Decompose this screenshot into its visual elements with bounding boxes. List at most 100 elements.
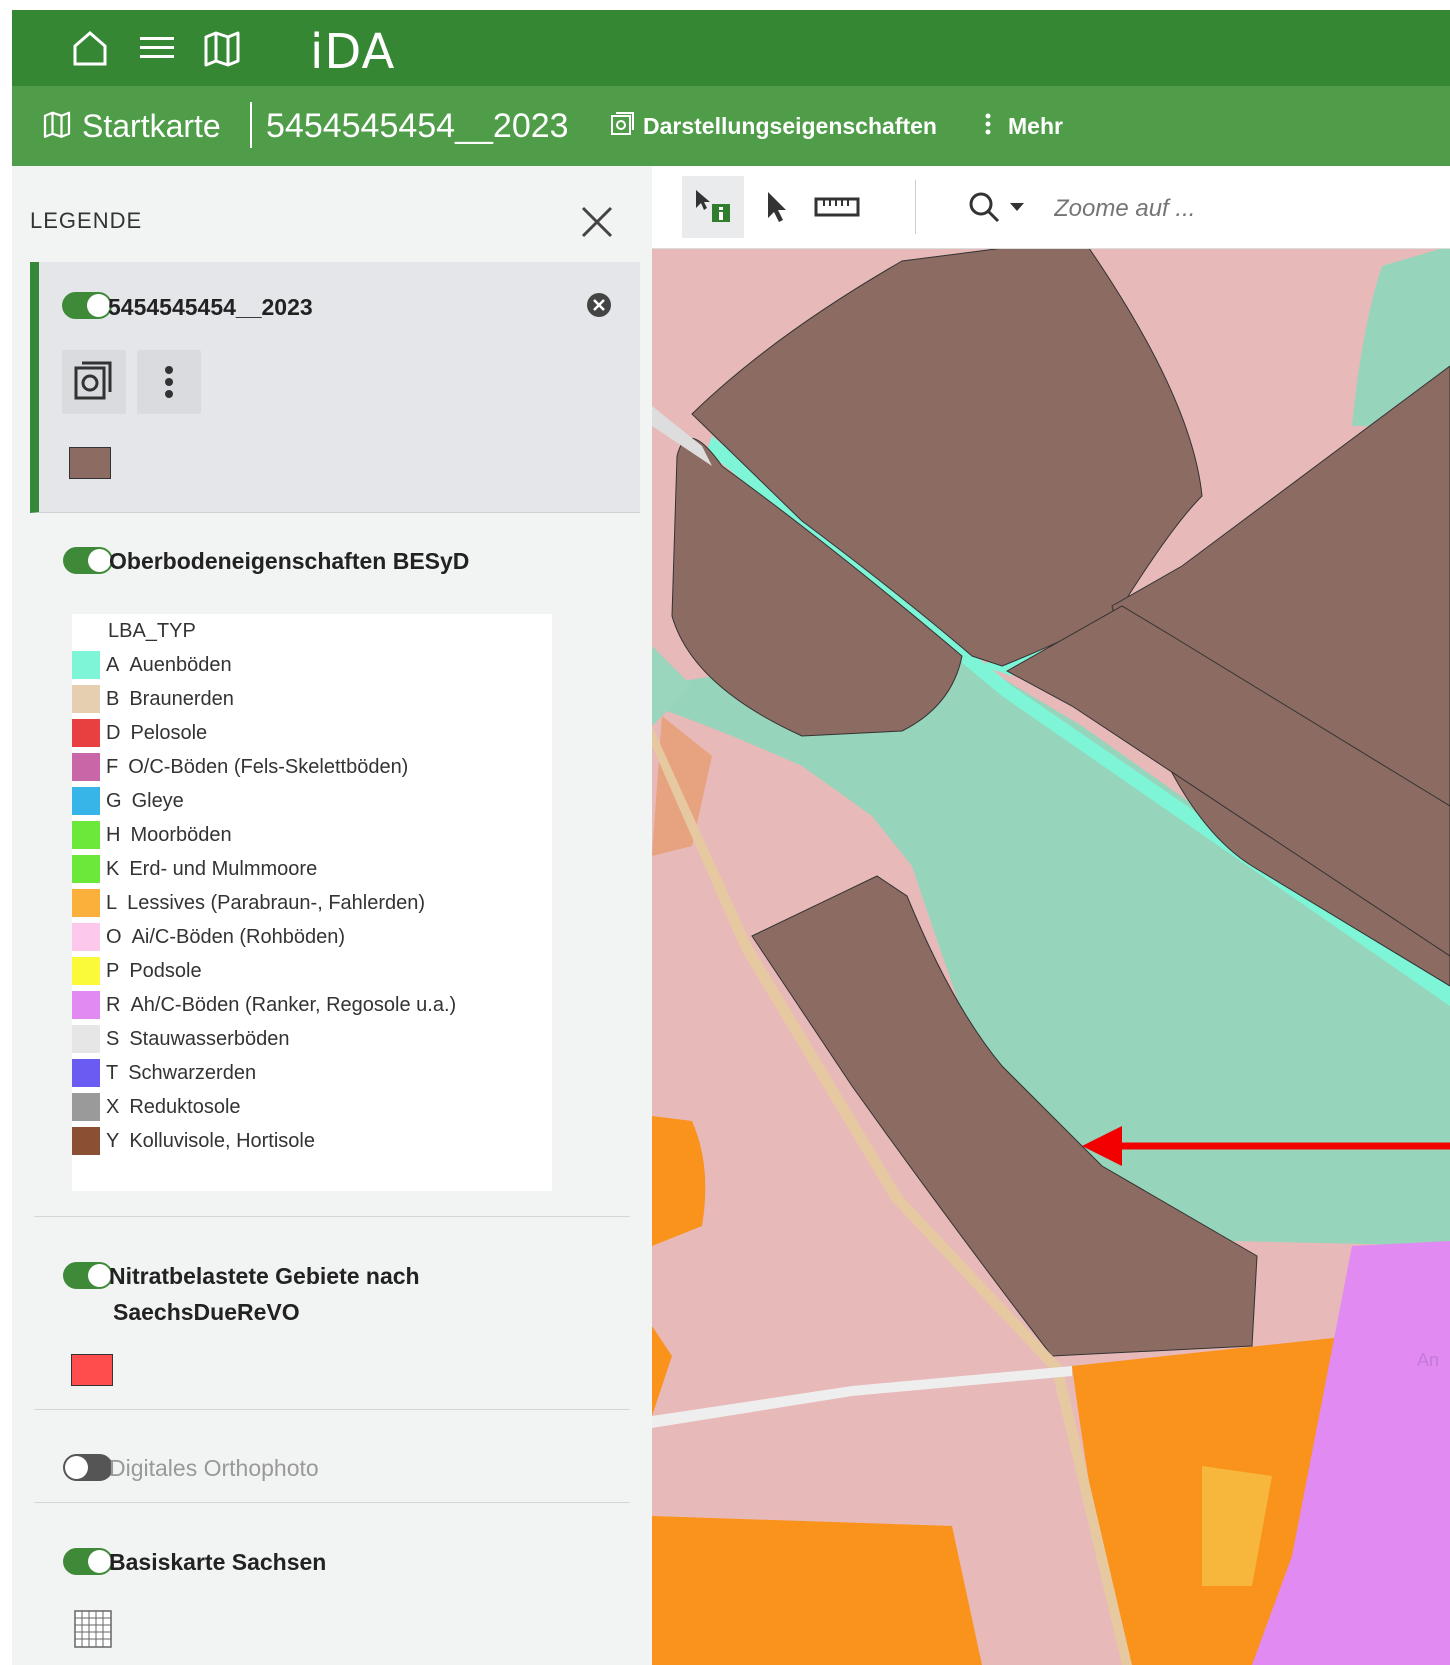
layer-toggle[interactable] xyxy=(62,292,112,319)
startkarte-label: Startkarte xyxy=(82,107,221,144)
legend-code: T xyxy=(106,1061,119,1084)
startkarte-link[interactable]: Startkarte xyxy=(42,86,221,166)
layer-name: 5454545454__2023 xyxy=(108,294,313,320)
search-mode-dropdown[interactable] xyxy=(957,176,1037,238)
map-icon[interactable] xyxy=(202,28,242,68)
basiskarte-layer-name: Basiskarte Sachsen xyxy=(109,1549,327,1575)
legend-color-swatch xyxy=(72,787,100,815)
orthophoto-toggle[interactable] xyxy=(63,1454,113,1481)
mehr-label: Mehr xyxy=(1008,112,1063,139)
caret-down-icon xyxy=(1010,203,1024,211)
legend-label: Auenböden xyxy=(129,653,232,676)
layer-swatch xyxy=(69,447,111,479)
legend-color-swatch xyxy=(72,753,100,781)
legend-label: Ai/C-Böden (Rohböden) xyxy=(131,925,346,948)
legend-row: D Pelosole xyxy=(72,716,207,750)
layer-properties-icon xyxy=(609,110,635,143)
legend-row: G Gleye xyxy=(72,784,184,818)
hamburger-menu-icon[interactable] xyxy=(137,28,177,68)
toolbar-divider xyxy=(915,180,916,234)
nitrat-layer-name: Nitratbelastete Gebiete nach xyxy=(109,1263,420,1289)
legend-code: X xyxy=(106,1095,120,1118)
remove-layer-icon[interactable] xyxy=(585,291,613,319)
oberboden-layer-name: Oberbodeneigenschaften BESyD xyxy=(109,548,470,574)
soil-type-legend: LBA_TYP A Auenböden B Braunerden D Pelosole F O… xyxy=(72,614,552,1191)
legend-label: Schwarzerden xyxy=(128,1061,257,1084)
map-viewport[interactable]: An xyxy=(652,166,1450,1665)
info-tool-button[interactable] xyxy=(682,176,744,238)
current-map-name: 5454545454__2023 xyxy=(266,106,569,145)
street-label: An xyxy=(1417,1350,1439,1370)
soil-map[interactable]: An xyxy=(652,166,1450,1665)
legend-row: A Auenböden xyxy=(72,648,232,682)
legend-color-swatch xyxy=(72,889,100,917)
legend-code: P xyxy=(106,959,120,982)
legend-code: A xyxy=(106,653,120,676)
orthophoto-layer-name: Digitales Orthophoto xyxy=(109,1455,319,1481)
legend-row: T Schwarzerden xyxy=(72,1056,256,1090)
legend-label: Reduktosole xyxy=(129,1095,241,1118)
map-icon xyxy=(42,109,72,144)
legend-color-swatch xyxy=(72,855,100,883)
legend-label: Braunerden xyxy=(129,687,234,710)
close-icon[interactable] xyxy=(577,202,617,242)
legend-title: LEGENDE xyxy=(30,208,143,233)
legend-row: X Reduktosole xyxy=(72,1090,241,1124)
nitrat-toggle[interactable] xyxy=(63,1262,113,1289)
legend-row: Y Kolluvisole, Hortisole xyxy=(72,1124,315,1158)
subbar-divider xyxy=(250,102,252,148)
oberboden-toggle[interactable] xyxy=(63,547,113,574)
layer-properties-button[interactable] xyxy=(62,350,126,414)
app-title: iDA xyxy=(310,24,396,80)
legend-color-swatch xyxy=(72,991,100,1019)
legend-label: Gleye xyxy=(131,789,184,812)
legend-row: S Stauwasserböden xyxy=(72,1022,289,1056)
legend-row: P Podsole xyxy=(72,954,202,988)
legend-code: Y xyxy=(106,1129,120,1152)
search-input[interactable] xyxy=(1052,186,1436,232)
map-subbar: Startkarte 5454545454__2023 Darstellungs… xyxy=(12,86,1450,166)
home-icon[interactable] xyxy=(70,28,110,68)
legend-row: K Erd- und Mulmmoore xyxy=(72,852,317,886)
legend-panel: LEGENDE 5454545454__2023 Oberbodeneigens… xyxy=(12,166,652,1665)
basiskarte-toggle[interactable] xyxy=(63,1548,113,1575)
legend-row: O Ai/C-Böden (Rohböden) xyxy=(72,920,345,954)
legend-row: R Ah/C-Böden (Ranker, Regosole u.a.) xyxy=(72,988,456,1022)
layer-more-button[interactable] xyxy=(137,350,201,414)
legend-code: S xyxy=(106,1027,120,1050)
legend-code: O xyxy=(106,925,122,948)
legend-color-swatch xyxy=(72,1127,100,1155)
divider xyxy=(34,1216,630,1217)
vertical-dots-icon xyxy=(982,111,994,142)
legend-row: B Braunerden xyxy=(72,682,234,716)
legend-code: F xyxy=(106,755,119,778)
legend-header: LBA_TYP xyxy=(108,619,196,642)
legend-color-swatch xyxy=(72,651,100,679)
divider xyxy=(34,1409,630,1410)
legend-label: Stauwasserböden xyxy=(129,1027,290,1050)
mehr-button[interactable]: Mehr xyxy=(982,86,1063,166)
ruler-icon xyxy=(814,197,860,217)
legend-color-swatch xyxy=(72,957,100,985)
legend-color-swatch xyxy=(72,923,100,951)
legend-code: R xyxy=(106,993,121,1016)
map-toolbar xyxy=(652,166,1450,249)
nitrat-layer-name-line2: SaechsDueReVO xyxy=(113,1299,300,1325)
legend-label: Podsole xyxy=(129,959,202,982)
legend-label: Erd- und Mulmmoore xyxy=(129,857,318,880)
app-header: iDA xyxy=(12,10,1450,86)
darstellungseigenschaften-button[interactable]: Darstellungseigenschaften xyxy=(609,86,937,166)
legend-code: H xyxy=(106,823,121,846)
measure-tool-button[interactable] xyxy=(807,176,867,238)
legend-label: Pelosole xyxy=(130,721,208,744)
search-icon xyxy=(969,192,1000,223)
grid-layer-icon xyxy=(74,1610,112,1653)
legend-code: B xyxy=(106,687,120,710)
legend-row: H Moorböden xyxy=(72,818,232,852)
select-tool-button[interactable] xyxy=(752,176,802,238)
divider xyxy=(34,1502,630,1503)
legend-color-swatch xyxy=(72,1059,100,1087)
legend-label: Moorböden xyxy=(130,823,232,846)
legend-color-swatch xyxy=(72,821,100,849)
legend-code: K xyxy=(106,857,120,880)
